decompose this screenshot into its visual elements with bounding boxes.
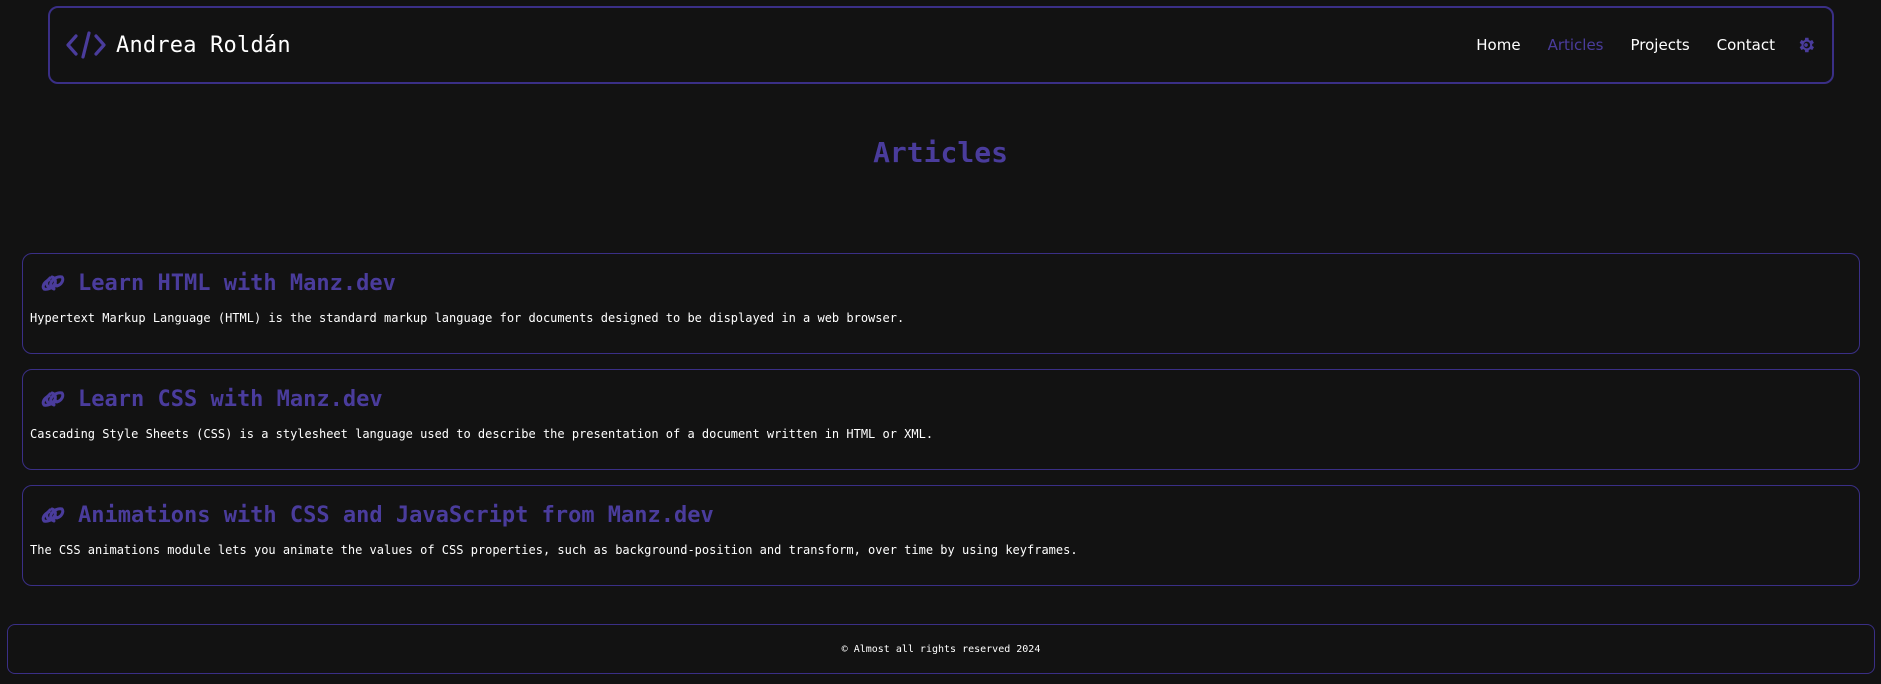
code-icon — [66, 31, 106, 59]
article-title-link[interactable]: Learn HTML with Manz.dev — [78, 271, 396, 296]
nav-link-projects[interactable]: Projects — [1631, 36, 1690, 54]
article-header: Learn HTML with Manz.dev — [38, 268, 1845, 298]
article-description: Cascading Style Sheets (CSS) is a styles… — [30, 427, 934, 441]
link-icon — [38, 502, 68, 528]
footer-copyright: © Almost all rights reserved 2024 — [841, 643, 1041, 655]
article-title-link[interactable]: Learn CSS with Manz.dev — [78, 387, 383, 412]
article-card: Learn CSS with Manz.dev Cascading Style … — [22, 369, 1860, 470]
gear-icon — [1799, 37, 1814, 53]
article-title-link[interactable]: Animations with CSS and JavaScript from … — [78, 503, 714, 528]
brand[interactable]: Andrea Roldán — [66, 31, 291, 59]
article-description: Hypertext Markup Language (HTML) is the … — [30, 311, 905, 325]
nav-link-articles[interactable]: Articles — [1548, 36, 1604, 54]
article-description: The CSS animations module lets you anima… — [30, 543, 1078, 557]
article-card: Animations with CSS and JavaScript from … — [22, 485, 1860, 586]
theme-toggle-button[interactable] — [1796, 35, 1816, 55]
article-header: Animations with CSS and JavaScript from … — [38, 500, 1845, 530]
article-header: Learn CSS with Manz.dev — [38, 384, 1845, 414]
footer: © Almost all rights reserved 2024 — [7, 624, 1875, 674]
link-icon — [38, 386, 68, 412]
nav-link-home[interactable]: Home — [1476, 36, 1520, 54]
navbar: Andrea Roldán Home Articles Projects Con… — [48, 6, 1834, 84]
brand-name: Andrea Roldán — [116, 32, 291, 58]
link-icon — [38, 270, 68, 296]
page-title: Articles — [873, 136, 1008, 169]
main-nav: Home Articles Projects Contact — [1476, 35, 1816, 55]
nav-link-contact[interactable]: Contact — [1717, 36, 1775, 54]
article-card: Learn HTML with Manz.dev Hypertext Marku… — [22, 253, 1860, 354]
